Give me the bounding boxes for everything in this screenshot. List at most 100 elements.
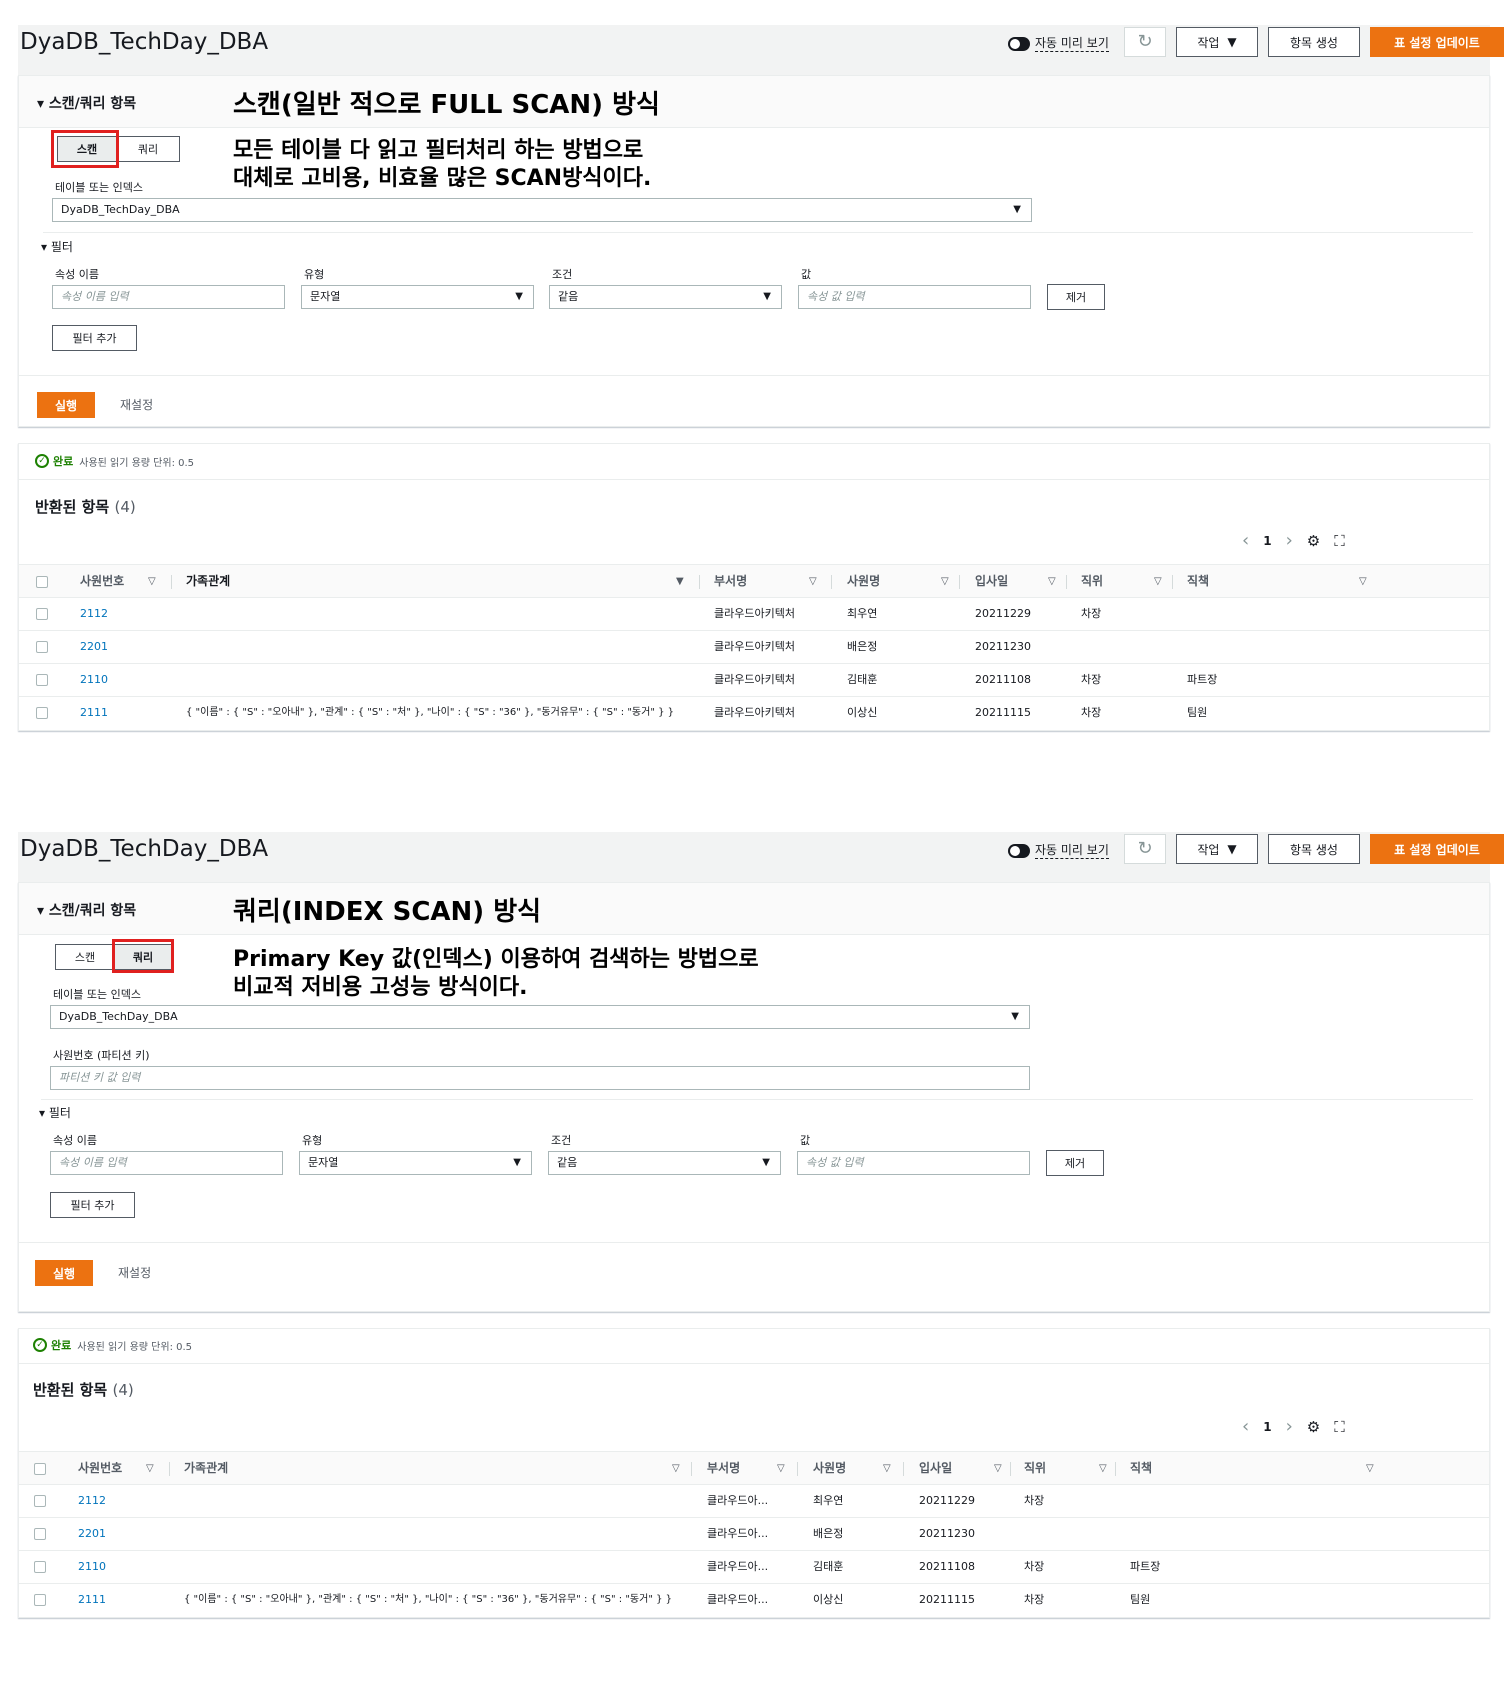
sort-icon[interactable]: ▽ (1099, 1452, 1107, 1485)
table-index-select[interactable]: DyaDB_TechDay_DBA ▼ (50, 1005, 1030, 1029)
panel-label[interactable]: ▾ 스캔/쿼리 항목 (37, 900, 136, 920)
toggle-switch-icon[interactable] (1008, 37, 1030, 51)
col-header-position[interactable]: 직위 ▽ (1024, 1452, 1124, 1486)
sort-icon[interactable]: ▽ (777, 1452, 785, 1485)
sort-icon[interactable]: ▽ (146, 1452, 154, 1485)
cell-empno[interactable]: 2201 (80, 631, 108, 663)
cell-empno[interactable]: 2111 (80, 697, 108, 729)
value-input[interactable]: 속성 값 입력 (798, 285, 1031, 309)
select-all-checkbox[interactable] (36, 576, 48, 588)
type-select[interactable]: 문자열 ▼ (299, 1151, 532, 1175)
row-checkbox[interactable] (34, 1528, 46, 1540)
auto-preview-toggle[interactable]: 자동 미리 보기 (1008, 29, 1109, 59)
table-row[interactable]: 2110 클라우드아키텍처 김태훈 20211108 차장 파트장 (19, 664, 1489, 697)
sort-icon[interactable]: ▽ (672, 1452, 680, 1485)
condition-select[interactable]: 같음 ▼ (549, 285, 782, 309)
col-header-family[interactable]: 가족관계 ▽ (184, 1452, 694, 1486)
col-header-empno[interactable]: 사원번호 ▽ (78, 1452, 168, 1486)
col-header-name[interactable]: 사원명 ▽ (813, 1452, 913, 1486)
cell-empno[interactable]: 2112 (78, 1485, 106, 1517)
col-header-name[interactable]: 사원명 ▽ (847, 565, 957, 599)
col-header-date[interactable]: 입사일 ▽ (919, 1452, 1019, 1486)
cell-empno[interactable]: 2201 (78, 1518, 106, 1550)
next-page-icon[interactable]: › (1286, 530, 1293, 551)
attr-name-input[interactable]: 속성 이름 입력 (50, 1151, 283, 1175)
fullscreen-icon[interactable]: ⛶ (1334, 532, 1345, 550)
sort-icon[interactable]: ▽ (883, 1452, 891, 1485)
table-row[interactable]: 2112 클라우드아키텍처 최우연 20211229 차장 (19, 598, 1489, 631)
filter-toggle[interactable]: ▾ 필터 (39, 1104, 71, 1121)
remove-filter-button[interactable]: 제거 (1047, 284, 1105, 310)
col-header-dept[interactable]: 부서명 ▽ (714, 565, 824, 599)
col-header-family[interactable]: 가족관계 ▼ (186, 565, 696, 599)
create-item-button[interactable]: 항목 생성 (1268, 27, 1360, 57)
table-row[interactable]: 2201 클라우드아키텍처 배은정 20211230 (19, 631, 1489, 664)
col-header-date[interactable]: 입사일 ▽ (975, 565, 1085, 599)
panel-label[interactable]: ▾ 스캔/쿼리 항목 (37, 93, 136, 113)
col-header-role[interactable]: 직책 ▽ (1187, 565, 1367, 599)
settings-gear-icon[interactable]: ⚙ (1307, 532, 1320, 550)
row-checkbox[interactable] (36, 608, 48, 620)
row-checkbox[interactable] (34, 1561, 46, 1573)
value-input[interactable]: 속성 값 입력 (797, 1151, 1030, 1175)
scan-mode-button[interactable]: 스캔 (55, 944, 115, 970)
sort-icon[interactable]: ▽ (1154, 565, 1162, 598)
row-checkbox[interactable] (36, 707, 48, 719)
toggle-switch-icon[interactable] (1008, 844, 1030, 858)
prev-page-icon[interactable]: ‹ (1242, 530, 1249, 551)
cell-empno[interactable]: 2110 (80, 664, 108, 696)
reset-button[interactable]: 재설정 (120, 396, 153, 413)
current-page[interactable]: 1 (1263, 1420, 1271, 1434)
col-header-dept[interactable]: 부서명 ▽ (707, 1452, 807, 1486)
sort-active-icon[interactable]: ▼ (676, 565, 684, 598)
sort-icon[interactable]: ▽ (809, 565, 817, 598)
run-button[interactable]: 실행 (37, 392, 95, 418)
row-checkbox[interactable] (36, 641, 48, 653)
add-filter-button[interactable]: 필터 추가 (52, 325, 137, 351)
fullscreen-icon[interactable]: ⛶ (1334, 1418, 1345, 1436)
current-page[interactable]: 1 (1263, 534, 1271, 548)
table-index-select[interactable]: DyaDB_TechDay_DBA ▼ (52, 198, 1032, 222)
reset-button[interactable]: 재설정 (118, 1264, 151, 1281)
run-button[interactable]: 실행 (35, 1260, 93, 1286)
cell-empno[interactable]: 2112 (80, 598, 108, 630)
condition-select[interactable]: 같음 ▼ (548, 1151, 781, 1175)
attr-name-input[interactable]: 속성 이름 입력 (52, 285, 285, 309)
select-all-checkbox[interactable] (34, 1463, 46, 1475)
filter-toggle[interactable]: ▾ 필터 (41, 238, 73, 255)
sort-icon[interactable]: ▽ (941, 565, 949, 598)
row-checkbox[interactable] (34, 1594, 46, 1606)
add-filter-button[interactable]: 필터 추가 (50, 1192, 135, 1218)
create-item-button[interactable]: 항목 생성 (1268, 834, 1360, 864)
table-row[interactable]: 2111 { "이름" : { "S" : "오아내" }, "관계" : { … (19, 697, 1489, 730)
sort-icon[interactable]: ▽ (148, 565, 156, 598)
auto-preview-toggle[interactable]: 자동 미리 보기 (1008, 836, 1109, 866)
table-row[interactable]: 2111 { "이름" : { "S" : "오아내" }, "관계" : { … (19, 1584, 1489, 1617)
prev-page-icon[interactable]: ‹ (1242, 1416, 1249, 1437)
cell-empno[interactable]: 2111 (78, 1584, 106, 1616)
query-mode-button[interactable]: 쿼리 (116, 136, 180, 162)
actions-button[interactable]: 작업 ▼ (1176, 834, 1258, 864)
refresh-button[interactable]: ↻ (1124, 834, 1166, 864)
sort-icon[interactable]: ▽ (1359, 565, 1367, 598)
col-header-position[interactable]: 직위 ▽ (1081, 565, 1191, 599)
update-table-button[interactable]: 표 설정 업데이트 (1370, 27, 1504, 57)
col-header-role[interactable]: 직책 ▽ (1130, 1452, 1375, 1486)
sort-icon[interactable]: ▽ (1366, 1452, 1374, 1485)
partition-key-input[interactable]: 파티션 키 값 입력 (50, 1066, 1030, 1090)
actions-button[interactable]: 작업 ▼ (1176, 27, 1258, 57)
settings-gear-icon[interactable]: ⚙ (1307, 1418, 1320, 1436)
col-header-empno[interactable]: 사원번호 ▽ (80, 565, 170, 599)
sort-icon[interactable]: ▽ (994, 1452, 1002, 1485)
update-table-button[interactable]: 표 설정 업데이트 (1370, 834, 1504, 864)
cell-empno[interactable]: 2110 (78, 1551, 106, 1583)
refresh-button[interactable]: ↻ (1124, 27, 1166, 57)
table-row[interactable]: 2201 클라우드아... 배은정 20211230 (19, 1518, 1489, 1551)
table-row[interactable]: 2112 클라우드아... 최우연 20211229 차장 (19, 1485, 1489, 1518)
type-select[interactable]: 문자열 ▼ (301, 285, 534, 309)
row-checkbox[interactable] (36, 674, 48, 686)
sort-icon[interactable]: ▽ (1048, 565, 1056, 598)
table-row[interactable]: 2110 클라우드아... 김태훈 20211108 차장 파트장 (19, 1551, 1489, 1584)
remove-filter-button[interactable]: 제거 (1046, 1150, 1104, 1176)
row-checkbox[interactable] (34, 1495, 46, 1507)
